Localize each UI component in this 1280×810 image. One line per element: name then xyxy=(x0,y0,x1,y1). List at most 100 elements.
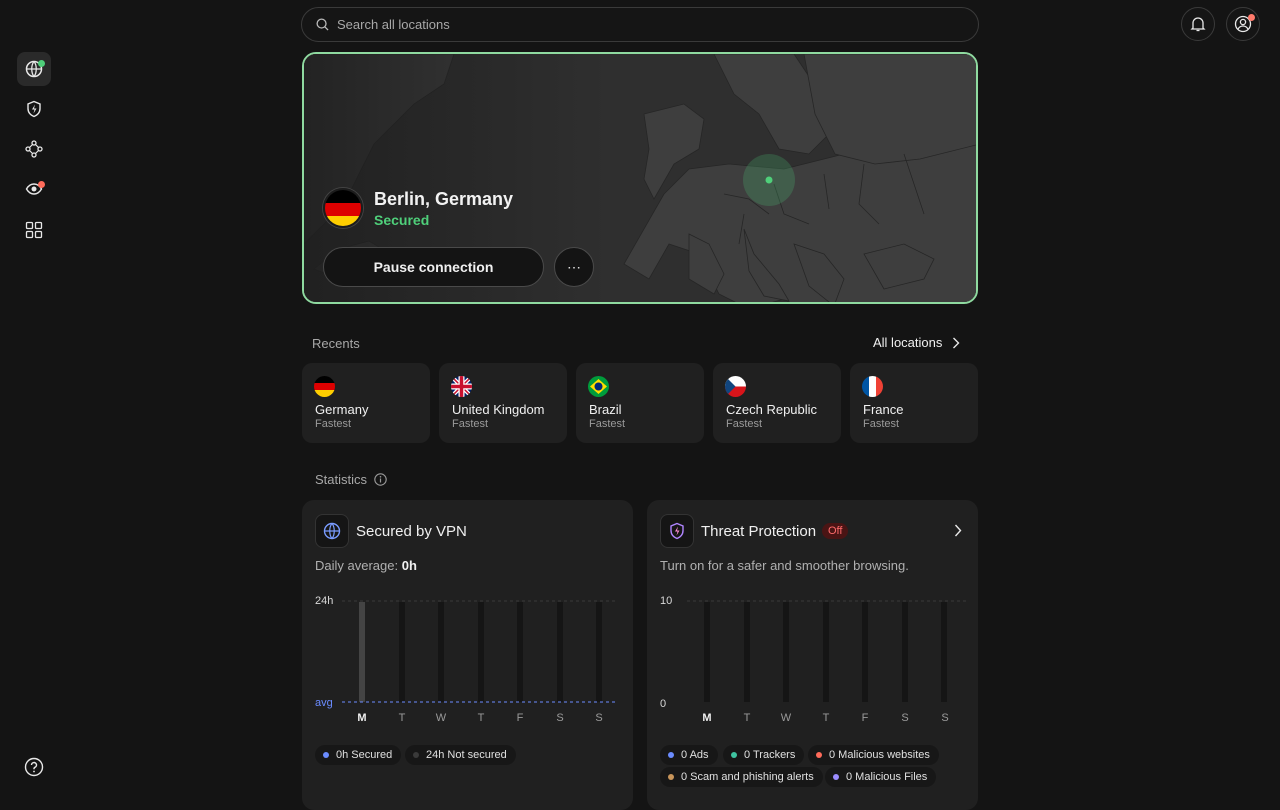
threat-y-top-label: 10 xyxy=(660,595,673,607)
legend-label: 0 Scam and phishing alerts xyxy=(681,771,814,783)
legend-label: 0 Ads xyxy=(681,749,709,761)
vpn-y-top-label: 24h xyxy=(315,595,334,607)
day-label: F xyxy=(861,712,869,724)
uk-flag-icon xyxy=(451,376,472,397)
legend-secured: 0h Secured xyxy=(315,745,402,765)
germany-flag-icon xyxy=(314,376,335,397)
all-locations-label: All locations xyxy=(873,335,943,350)
threat-bar-s xyxy=(902,602,908,702)
brazil-flag-icon xyxy=(588,376,609,397)
legend-ads: 0 Ads xyxy=(660,745,718,765)
recent-location-name: France xyxy=(863,402,904,417)
info-icon[interactable] xyxy=(374,473,387,486)
account-button[interactable] xyxy=(1226,7,1260,41)
threat-card-title: Threat Protection xyxy=(701,523,817,540)
threat-protection-card[interactable]: Threat Protection Off Turn on for a safe… xyxy=(647,500,978,810)
nav-vpn[interactable] xyxy=(17,52,51,86)
vpn-avg-label: avg xyxy=(315,697,333,709)
recent-location-name: Brazil xyxy=(589,402,622,417)
day-label: T xyxy=(398,712,406,724)
recent-location-sub: Fastest xyxy=(863,418,900,430)
nav-dark-web-monitor[interactable] xyxy=(17,172,51,206)
threat-card-icon xyxy=(660,514,694,548)
recent-location-name: United Kingdom xyxy=(452,402,545,417)
recent-location-card[interactable]: Germany Fastest xyxy=(302,363,430,443)
threat-chart xyxy=(687,600,967,702)
notifications-button[interactable] xyxy=(1181,7,1215,41)
france-flag-icon xyxy=(862,376,883,397)
threat-bar-s xyxy=(941,602,947,702)
vpn-bar-w xyxy=(438,602,444,702)
legend-label: 0 Trackers xyxy=(744,749,796,761)
mesh-icon xyxy=(25,140,43,158)
recent-location-card[interactable]: United Kingdom Fastest xyxy=(439,363,567,443)
day-label: S xyxy=(941,712,949,724)
vpn-stats-card: Secured by VPN Daily average: 0h 24h avg… xyxy=(302,500,633,810)
legend-label: 0 Malicious websites xyxy=(829,749,930,761)
legend-malicious-files: 0 Malicious Files xyxy=(825,767,937,787)
germany-flag-icon xyxy=(323,188,363,228)
day-label: T xyxy=(822,712,830,724)
nav-meshnet[interactable] xyxy=(17,132,51,166)
legend-label: 0h Secured xyxy=(336,749,393,761)
sidebar xyxy=(0,0,68,804)
vpn-card-title: Secured by VPN xyxy=(356,523,467,540)
more-options-button[interactable]: ⋯ xyxy=(554,247,594,287)
apps-grid-icon xyxy=(25,221,43,239)
pause-connection-button[interactable]: Pause connection xyxy=(323,247,544,287)
vpn-usage-chart xyxy=(342,600,617,703)
shield-bolt-icon xyxy=(670,522,684,540)
legend-not-secured: 24h Not secured xyxy=(405,745,516,765)
vpn-bar-m xyxy=(359,602,365,702)
recent-location-sub: Fastest xyxy=(452,418,489,430)
more-icon: ⋯ xyxy=(567,258,581,275)
globe-icon xyxy=(323,522,341,540)
account-alert-dot xyxy=(1248,14,1255,21)
legend-label: 24h Not secured xyxy=(426,749,507,761)
recent-location-card[interactable]: Czech Republic Fastest xyxy=(713,363,841,443)
day-label: M xyxy=(702,712,712,724)
connection-card: Berlin, Germany Secured Pause connection… xyxy=(302,52,978,304)
bell-icon xyxy=(1190,17,1206,32)
search-icon xyxy=(316,18,329,31)
statistics-heading: Statistics xyxy=(315,472,368,487)
threat-bar-t xyxy=(823,602,829,702)
legend-label: 0 Malicious Files xyxy=(846,771,928,783)
vpn-bar-t xyxy=(478,602,484,702)
recents-heading: Recents xyxy=(312,336,360,351)
vpn-card-icon xyxy=(315,514,349,548)
vpn-bar-s xyxy=(557,602,563,702)
chevron-right-icon[interactable] xyxy=(954,524,962,537)
alert-dot xyxy=(38,181,45,188)
chevron-right-icon xyxy=(953,337,960,348)
threat-y-bottom-label: 0 xyxy=(660,698,667,710)
czech-flag-icon xyxy=(725,376,746,397)
nav-threat-protection[interactable] xyxy=(17,92,51,126)
threat-bar-m xyxy=(704,602,710,702)
daily-average: Daily average: 0h xyxy=(315,558,417,573)
recent-location-sub: Fastest xyxy=(589,418,626,430)
recent-location-name: Germany xyxy=(315,402,369,417)
day-label: T xyxy=(743,712,751,724)
day-label: F xyxy=(516,712,524,724)
status-badge: Off xyxy=(822,523,849,539)
threat-bar-f xyxy=(862,602,868,702)
day-label: T xyxy=(477,712,485,724)
nav-more-apps[interactable] xyxy=(17,213,51,247)
daily-average-value: 0h xyxy=(401,558,417,573)
day-label: M xyxy=(357,712,367,724)
search-bar[interactable] xyxy=(301,7,979,42)
recent-location-card[interactable]: France Fastest xyxy=(850,363,978,443)
help-button[interactable] xyxy=(17,750,51,784)
day-label: S xyxy=(901,712,909,724)
recent-location-card[interactable]: Brazil Fastest xyxy=(576,363,704,443)
search-input[interactable] xyxy=(337,17,937,32)
day-label: W xyxy=(780,712,792,724)
vpn-bar-t xyxy=(399,602,405,702)
recent-location-sub: Fastest xyxy=(726,418,763,430)
legend-malicious-websites: 0 Malicious websites xyxy=(808,745,939,765)
all-locations-link[interactable]: All locations xyxy=(873,335,960,350)
day-label: S xyxy=(556,712,564,724)
shield-bolt-icon xyxy=(27,100,41,118)
legend-trackers: 0 Trackers xyxy=(723,745,805,765)
